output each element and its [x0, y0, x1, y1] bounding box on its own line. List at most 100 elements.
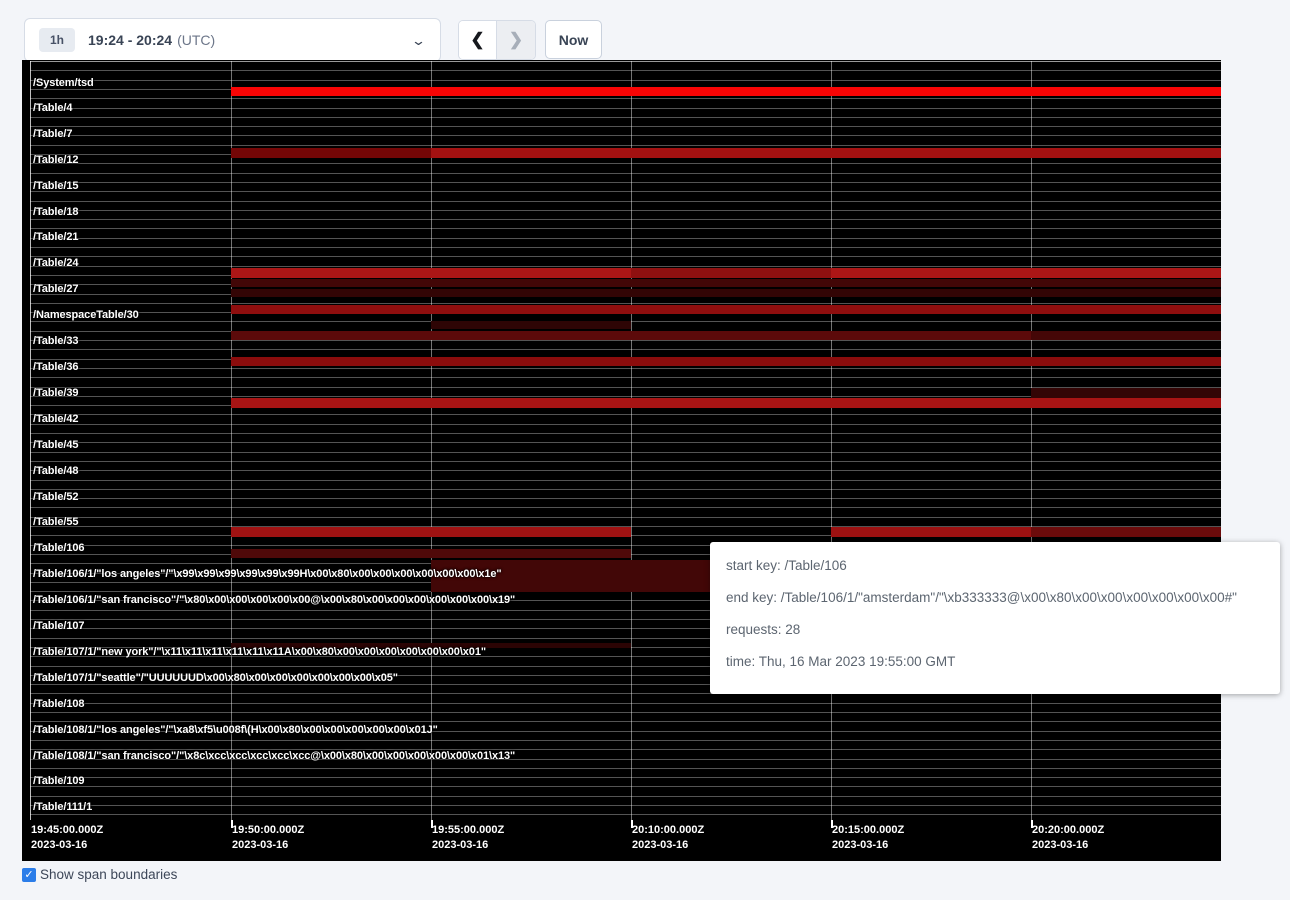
- span-label: /Table/21: [33, 231, 78, 243]
- span-label: /Table/15: [33, 180, 78, 192]
- axis-time-label: 20:10:00.000Z2023-03-16: [632, 823, 704, 853]
- span-boundary-line: [30, 721, 1221, 722]
- span-boundary-line: [30, 238, 1221, 239]
- time-gridline: [1031, 61, 1032, 820]
- span-label: /Table/4: [33, 102, 72, 114]
- span-label: /Table/106/1/"los angeles"/"\x99\x99\x99…: [33, 568, 502, 580]
- heat-band: [431, 321, 631, 329]
- heat-band: [431, 148, 1221, 158]
- span-label: /Table/7: [33, 128, 72, 140]
- next-interval-button[interactable]: ❯: [497, 21, 535, 59]
- span-boundary-line: [30, 201, 1221, 202]
- span-boundary-line: [30, 70, 1221, 71]
- span-boundary-line: [30, 507, 1221, 508]
- time-gridline: [831, 61, 832, 820]
- heat-band: [1031, 527, 1221, 537]
- now-button[interactable]: Now: [545, 20, 602, 59]
- span-boundary-line: [30, 777, 1221, 778]
- heat-band: [631, 268, 831, 278]
- span-boundary-line: [30, 145, 1221, 146]
- span-boundary-line: [30, 117, 1221, 118]
- span-boundary-line: [30, 461, 1221, 462]
- tooltip-start-key: start key: /Table/106: [726, 558, 1264, 573]
- axis-time-label: 19:55:00.000Z2023-03-16: [432, 823, 504, 853]
- span-boundary-line: [30, 228, 1221, 229]
- span-boundary-line: [30, 219, 1221, 220]
- span-boundary-line: [30, 470, 1221, 471]
- span-label: /Table/24: [33, 257, 78, 269]
- show-span-boundaries-label: Show span boundaries: [40, 867, 177, 882]
- span-label: /Table/12: [33, 154, 78, 166]
- span-boundary-line: [30, 768, 1221, 769]
- toolbar: 1h 19:24 - 20:24 (UTC) ⌄ ❮ ❯ Now: [0, 0, 1290, 60]
- heat-band: [231, 279, 1221, 287]
- span-label: /Table/27: [33, 283, 78, 295]
- show-span-boundaries-control: ✓ Show span boundaries: [22, 867, 177, 882]
- span-boundary-line: [30, 98, 1221, 99]
- span-boundary-line: [30, 368, 1221, 369]
- span-label: /Table/55: [33, 516, 78, 528]
- heat-band: [1031, 388, 1221, 398]
- span-boundary-line: [30, 498, 1221, 499]
- tooltip-time: time: Thu, 16 Mar 2023 19:55:00 GMT: [726, 654, 1264, 669]
- span-boundary-line: [30, 414, 1221, 415]
- span-boundary-line: [30, 80, 1221, 81]
- span-label: /Table/107: [33, 620, 84, 632]
- span-boundary-line: [30, 805, 1221, 806]
- time-gridline: [231, 61, 232, 820]
- span-label: /Table/52: [33, 491, 78, 503]
- show-span-boundaries-checkbox[interactable]: ✓: [22, 868, 36, 882]
- time-gridline: [431, 61, 432, 820]
- span-boundary-line: [30, 349, 1221, 350]
- time-gridline: [631, 61, 632, 820]
- span-boundary-line: [30, 517, 1221, 518]
- heat-band: [1031, 331, 1221, 340]
- span-boundary-line: [30, 108, 1221, 109]
- span-label: /Table/33: [33, 335, 78, 347]
- span-boundary-line: [30, 452, 1221, 453]
- span-label: /System/tsd: [33, 77, 94, 89]
- axis-time-label: 19:50:00.000Z2023-03-16: [232, 823, 304, 853]
- time-range-label: 19:24 - 20:24: [88, 32, 172, 48]
- span-boundary-line: [30, 424, 1221, 425]
- heat-band: [231, 305, 1221, 314]
- span-boundary-line: [30, 247, 1221, 248]
- span-label: /Table/107/1/"new york"/"\x11\x11\x11\x1…: [33, 646, 486, 658]
- span-boundary-line: [30, 266, 1221, 267]
- span-boundary-line: [30, 303, 1221, 304]
- span-boundary-line: [30, 126, 1221, 127]
- axis-time-label: 20:15:00.000Z2023-03-16: [832, 823, 904, 853]
- span-boundary-line: [30, 163, 1221, 164]
- span-label: /Table/18: [33, 206, 78, 218]
- span-label: /Table/106: [33, 542, 84, 554]
- heat-band: [831, 268, 1221, 278]
- span-label: /Table/42: [33, 413, 78, 425]
- span-boundary-line: [30, 256, 1221, 257]
- heat-band: [231, 87, 1221, 96]
- span-boundary-line: [30, 182, 1221, 183]
- span-boundary-line: [30, 703, 1221, 704]
- time-nav-group: ❮ ❯: [458, 20, 536, 60]
- heat-band: [231, 268, 631, 278]
- span-label: /Table/106/1/"san francisco"/"\x80\x00\x…: [33, 594, 515, 606]
- tooltip-requests: requests: 28: [726, 622, 1264, 637]
- span-boundary-line: [30, 442, 1221, 443]
- span-boundary-line: [30, 61, 1221, 62]
- span-boundary-line: [30, 712, 1221, 713]
- span-label: /Table/108/1/"san francisco"/"\x8c\xcc\x…: [33, 750, 515, 762]
- span-boundary-line: [30, 489, 1221, 490]
- time-range-select[interactable]: 1h 19:24 - 20:24 (UTC) ⌄: [24, 18, 441, 62]
- hover-tooltip: start key: /Table/106 end key: /Table/10…: [710, 542, 1280, 694]
- span-label: /NamespaceTable/30: [33, 309, 139, 321]
- heat-band: [231, 398, 1221, 408]
- span-label: /Table/109: [33, 775, 84, 787]
- heat-band: [231, 527, 631, 537]
- heat-band: [231, 549, 631, 558]
- span-label: /Table/107/1/"seattle"/"UUUUUUD\x00\x80\…: [33, 672, 398, 684]
- left-boundary-line: [30, 61, 31, 820]
- span-boundary-line: [30, 340, 1221, 341]
- heatmap-canvas[interactable]: /System/tsd/Table/4/Table/7/Table/12/Tab…: [22, 60, 1221, 861]
- heat-band: [231, 148, 431, 158]
- prev-interval-button[interactable]: ❮: [459, 21, 497, 59]
- heat-band: [231, 357, 1221, 366]
